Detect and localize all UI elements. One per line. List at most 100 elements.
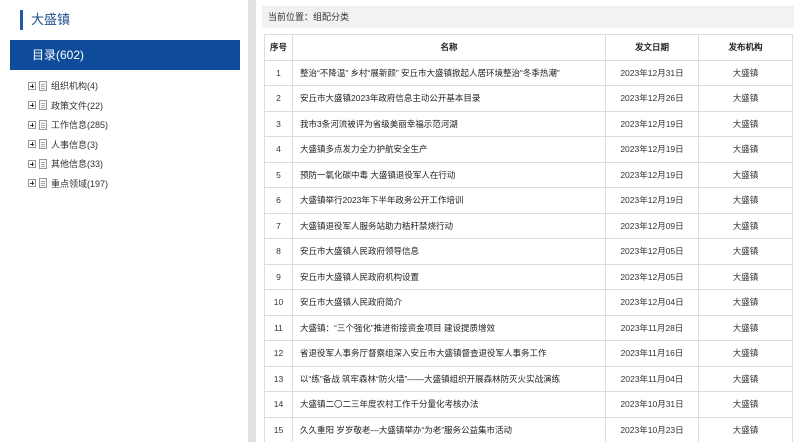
tree-item-label[interactable]: 政策文件(22): [51, 99, 103, 112]
document-title-link[interactable]: 大盛镇二〇二三年度农村工作千分量化考核办法: [292, 391, 606, 418]
publishing-org: 大盛镇: [698, 365, 793, 392]
table-row: 4 大盛镇多点发力全力护航安全生产 2023年12月19日 大盛镇: [264, 136, 793, 163]
tree-item-label[interactable]: 人事信息(3): [51, 138, 98, 151]
document-title-link[interactable]: 预防一氧化碳中毒 大盛镇退役军人在行动: [292, 161, 606, 188]
tree-item[interactable]: 人事信息(3): [28, 135, 108, 155]
row-number: 4: [264, 136, 293, 163]
publishing-org: 大盛镇: [698, 263, 793, 290]
document-icon: [39, 119, 47, 130]
document-title-link[interactable]: 安丘市大盛镇人民政府领导信息: [292, 238, 606, 265]
publishing-org: 大盛镇: [698, 136, 793, 163]
publishing-org: 大盛镇: [698, 391, 793, 418]
document-title-link[interactable]: 大盛镇退役军人服务站助力秸秆禁烧行动: [292, 212, 606, 239]
publish-date: 2023年12月05日: [605, 263, 699, 290]
publish-date: 2023年12月31日: [605, 59, 699, 86]
publish-date: 2023年11月28日: [605, 314, 699, 341]
tree-item[interactable]: 重点领域(197): [28, 174, 108, 194]
publishing-org: 大盛镇: [698, 85, 793, 112]
tree-item[interactable]: 其他信息(33): [28, 154, 108, 174]
left-panel: 大盛镇 目录(602) 组织机构(4) 政策文件(22) 工作信息(285) 人事信息…: [0, 0, 248, 442]
document-title-link[interactable]: 大盛镇多点发力全力护航安全生产: [292, 136, 606, 163]
right-panel: 当前位置：组配分类 序号 名称 发文日期 发布机构 1 整治“不降温” 乡村“展新…: [256, 0, 800, 442]
row-number: 3: [264, 110, 293, 137]
document-title-link[interactable]: 整治“不降温” 乡村“展新颜” 安丘市大盛镇掀起人居环境整治“冬季热潮”: [292, 59, 606, 86]
row-number: 1: [264, 59, 293, 86]
publish-date: 2023年11月16日: [605, 340, 699, 367]
expand-icon[interactable]: [28, 120, 36, 129]
breadcrumb: 当前位置：组配分类: [262, 6, 794, 28]
row-number: 15: [264, 416, 293, 442]
publish-date: 2023年11月04日: [605, 365, 699, 392]
document-title-link[interactable]: 以“练”备战 筑牢森林“防火墙”——大盛镇组织开展森林防灭火实战演练: [292, 365, 606, 392]
tree-item-label[interactable]: 其他信息(33): [51, 157, 103, 170]
row-number: 7: [264, 212, 293, 239]
document-title-link[interactable]: 我市3条河流被评为省级美丽幸福示范河湖: [292, 110, 606, 137]
tree-item-label[interactable]: 重点领域(197): [51, 177, 108, 190]
table-row: 1 整治“不降温” 乡村“展新颜” 安丘市大盛镇掀起人居环境整治“冬季热潮” 202…: [264, 59, 793, 86]
document-title-link[interactable]: 安丘市大盛镇人民政府简介: [292, 289, 606, 316]
table-row: 9 安丘市大盛镇人民政府机构设置 2023年12月05日 大盛镇: [264, 263, 793, 290]
publishing-org: 大盛镇: [698, 340, 793, 367]
row-number: 2: [264, 85, 293, 112]
publishing-org: 大盛镇: [698, 110, 793, 137]
publish-date: 2023年12月19日: [605, 187, 699, 214]
document-title-link[interactable]: 安丘市大盛镇2023年政府信息主动公开基本目录: [292, 85, 606, 112]
table-row: 5 预防一氧化碳中毒 大盛镇退役军人在行动 2023年12月19日 大盛镇: [264, 161, 793, 188]
table-row: 7 大盛镇退役军人服务站助力秸秆禁烧行动 2023年12月09日 大盛镇: [264, 212, 793, 239]
document-title-link[interactable]: 省退役军人事务厅督察组深入安丘市大盛镇督查退役军人事务工作: [292, 340, 606, 367]
document-icon: [39, 100, 47, 111]
document-icon: [39, 80, 47, 91]
row-number: 6: [264, 187, 293, 214]
row-number: 5: [264, 161, 293, 188]
catalog-header[interactable]: 目录(602): [10, 40, 240, 70]
publishing-org: 大盛镇: [698, 59, 793, 86]
document-title-link[interactable]: 久久重阳 岁岁敬老—大盛镇举办“为老”服务公益集市活动: [292, 416, 606, 442]
header-no: 序号: [264, 34, 293, 61]
publish-date: 2023年12月26日: [605, 85, 699, 112]
row-number: 11: [264, 314, 293, 341]
panel-divider[interactable]: [248, 0, 256, 442]
publish-date: 2023年12月19日: [605, 136, 699, 163]
publish-date: 2023年12月19日: [605, 110, 699, 137]
org-title: 大盛镇: [20, 10, 70, 30]
document-table: 序号 名称 发文日期 发布机构 1 整治“不降温” 乡村“展新颜” 安丘市大盛镇掀…: [264, 34, 793, 442]
table-row: 3 我市3条河流被评为省级美丽幸福示范河湖 2023年12月19日 大盛镇: [264, 110, 793, 137]
row-number: 13: [264, 365, 293, 392]
document-title-link[interactable]: 大盛镇举行2023年下半年政务公开工作培训: [292, 187, 606, 214]
tree-item-label[interactable]: 工作信息(285): [51, 118, 108, 131]
header-org: 发布机构: [698, 34, 793, 61]
expand-icon[interactable]: [28, 159, 36, 168]
publishing-org: 大盛镇: [698, 289, 793, 316]
expand-icon[interactable]: [28, 81, 36, 90]
table-row: 12 省退役军人事务厅督察组深入安丘市大盛镇督查退役军人事务工作 2023年11月1…: [264, 340, 793, 367]
document-title-link[interactable]: 大盛镇：“三个强化”推进衔接资金项目 建设提质增效: [292, 314, 606, 341]
row-number: 9: [264, 263, 293, 290]
publish-date: 2023年12月09日: [605, 212, 699, 239]
publish-date: 2023年12月05日: [605, 238, 699, 265]
table-row: 14 大盛镇二〇二三年度农村工作千分量化考核办法 2023年10月31日 大盛镇: [264, 391, 793, 418]
header-date: 发文日期: [605, 34, 699, 61]
table-row: 13 以“练”备战 筑牢森林“防火墙”——大盛镇组织开展森林防灭火实战演练 2023…: [264, 365, 793, 392]
expand-icon[interactable]: [28, 140, 36, 149]
tree-item-label[interactable]: 组织机构(4): [51, 79, 98, 92]
document-title-link[interactable]: 安丘市大盛镇人民政府机构设置: [292, 263, 606, 290]
document-icon: [39, 139, 47, 150]
row-number: 8: [264, 238, 293, 265]
table-header-row: 序号 名称 发文日期 发布机构: [264, 34, 793, 61]
tree-item[interactable]: 工作信息(285): [28, 115, 108, 135]
publishing-org: 大盛镇: [698, 238, 793, 265]
publishing-org: 大盛镇: [698, 314, 793, 341]
publishing-org: 大盛镇: [698, 161, 793, 188]
table-row: 11 大盛镇：“三个强化”推进衔接资金项目 建设提质增效 2023年11月28日 大盛…: [264, 314, 793, 341]
publish-date: 2023年10月31日: [605, 391, 699, 418]
publish-date: 2023年10月23日: [605, 416, 699, 442]
table-row: 2 安丘市大盛镇2023年政府信息主动公开基本目录 2023年12月26日 大盛镇: [264, 85, 793, 112]
tree-item[interactable]: 政策文件(22): [28, 96, 108, 116]
expand-icon[interactable]: [28, 179, 36, 188]
publish-date: 2023年12月19日: [605, 161, 699, 188]
row-number: 14: [264, 391, 293, 418]
header-name: 名称: [292, 34, 606, 61]
tree-item[interactable]: 组织机构(4): [28, 76, 108, 96]
publishing-org: 大盛镇: [698, 187, 793, 214]
expand-icon[interactable]: [28, 101, 36, 110]
